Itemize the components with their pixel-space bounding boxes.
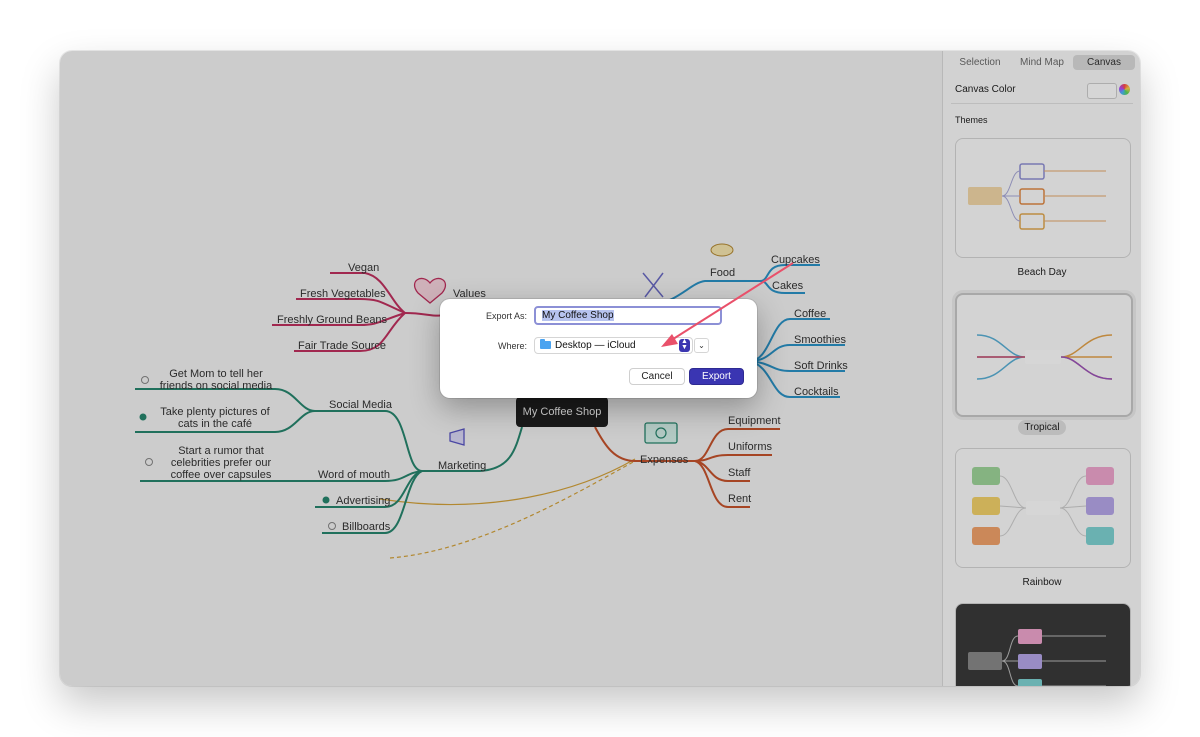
export-as-field[interactable]: My Coffee Shop (534, 306, 722, 325)
expand-chevron-button[interactable]: ⌄ (694, 338, 709, 353)
chevron-updown-icon[interactable]: ▲ ▼ (679, 338, 690, 352)
where-value: Desktop — iCloud (555, 340, 636, 351)
export-dialog: Export As: My Coffee Shop Where: Desktop… (440, 299, 757, 398)
app-window: Vegan Fresh Vegetables Freshly Ground Be… (60, 51, 1140, 686)
where-label: Where: (497, 341, 527, 351)
folder-icon (540, 339, 551, 349)
export-as-label: Export As: (485, 311, 527, 321)
where-popup[interactable]: Desktop — iCloud ▲ ▼ (534, 337, 693, 354)
export-button[interactable]: Export (689, 368, 744, 385)
cancel-button[interactable]: Cancel (629, 368, 685, 385)
